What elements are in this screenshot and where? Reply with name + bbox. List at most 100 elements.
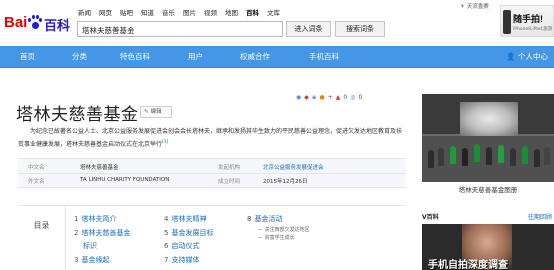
toc-subitem-text: 关注西部欠发达地区: [264, 227, 310, 233]
product-nav: 新闻 网页 贴吧 知道 音乐 图片 视频 地图 百科 文库: [78, 7, 280, 17]
toc-subitem[interactable]: — 贫富学生成长: [258, 234, 295, 241]
product-nav-link[interactable]: 图片: [183, 7, 196, 17]
collect-icon[interactable]: ◎: [350, 94, 355, 101]
logo-baike-text: 百科: [44, 18, 71, 33]
v-baike-header: V百科 往期回顾: [422, 212, 554, 222]
main-nav: 首页 分类 特色百科 用户 权威合作 手机百科 👤 个人中心: [0, 46, 554, 68]
user-center-label: 个人中心: [518, 52, 548, 61]
phone-icon: [503, 10, 511, 34]
product-nav-link[interactable]: 文库: [267, 7, 280, 17]
toc-text: 基金活动: [254, 215, 283, 223]
page-title: 塔林夫慈善基金: [16, 105, 139, 125]
info-label: 外文名: [28, 179, 45, 185]
video-title: 手机自拍深度调查: [428, 260, 508, 270]
v-baike-label: V百科: [422, 214, 439, 221]
summary-paragraph: 为纪念已故著名公益人士、北京公益服务发展促进会创会会长塔林夫，继承和发扬其毕生致…: [18, 126, 406, 150]
toc-subitem[interactable]: — 关注西部欠发达地区: [258, 226, 310, 233]
info-value-link[interactable]: 北京公益服务发展促进会: [263, 163, 324, 171]
product-nav-link[interactable]: 新闻: [78, 7, 91, 17]
toc-text: 支持媒体: [171, 256, 200, 264]
toc-text: 基金发展目标: [171, 229, 214, 237]
info-box: 中文名 塔林夫慈善基金 发起机构 北京公益服务发展促进会 外文名 TA LINH…: [18, 158, 406, 188]
toc-number: 8: [247, 215, 252, 223]
toc-subitem-bullet: —: [258, 227, 265, 233]
toc-number: 7: [164, 256, 169, 264]
toc-item[interactable]: 3 基金缘起: [74, 255, 109, 265]
paw-icon: [28, 15, 42, 31]
product-nav-link[interactable]: 网页: [99, 7, 112, 17]
toc-item[interactable]: 8 基金活动: [247, 214, 282, 224]
like-count: 0: [343, 94, 348, 101]
toc-number: 4: [164, 215, 169, 223]
product-nav-link[interactable]: 贴吧: [120, 7, 133, 17]
video-thumbnail[interactable]: 手机自拍深度调查: [422, 224, 554, 270]
enter-entry-button[interactable]: 进入词条: [286, 21, 331, 37]
ad-subtitle: iPhone8,iPad,旅游: [513, 27, 553, 32]
info-label: 发起机构: [218, 165, 241, 171]
nav-featured[interactable]: 特色百科: [120, 46, 150, 68]
toc-number: 1: [74, 215, 79, 223]
table-of-contents: 目录 1 塔林夫简介 2 塔林夫慈善基金 标识 3 基金缘起 4 塔林夫精神 5 基金发展…: [18, 205, 406, 270]
search-entry-button[interactable]: 搜索词条: [335, 21, 385, 37]
reference-link[interactable]: [1]: [162, 140, 168, 145]
info-divider: [18, 173, 406, 174]
nav-home[interactable]: 首页: [20, 46, 35, 68]
toc-text: 塔林夫精神: [171, 215, 207, 223]
toc-subitem-bullet: —: [258, 235, 265, 241]
toc-item[interactable]: 1 塔林夫简介: [74, 214, 116, 224]
info-value: TA LINHU CHARITY FOUNDATION: [80, 177, 170, 183]
nav-users[interactable]: 用户: [188, 46, 203, 68]
share-renren-icon[interactable]: ●: [320, 94, 325, 101]
info-label: 成立时间: [218, 179, 241, 185]
toc-label: 目录: [18, 206, 66, 270]
product-nav-link[interactable]: 视频: [204, 7, 217, 17]
product-nav-link[interactable]: 地图: [225, 7, 238, 17]
weather-text: 天流香赛: [466, 4, 489, 10]
ad-title: 随手拍!: [513, 14, 543, 24]
product-nav-link[interactable]: 知道: [141, 7, 154, 17]
toc-number: 3: [74, 256, 79, 264]
summary-text: 为纪念已故著名公益人士、北京公益服务发展促进会创会会长塔林夫，继承和发扬其毕生致…: [18, 128, 403, 148]
weather-icon: ☀: [460, 4, 465, 10]
logo-bai-text: Bai: [4, 14, 28, 31]
user-icon: 👤: [506, 52, 518, 61]
nav-partners[interactable]: 权威合作: [240, 46, 270, 68]
search-input[interactable]: 塔林夫慈善基金: [77, 21, 283, 37]
toc-text: 基金缘起: [81, 256, 110, 264]
info-label: 中文名: [28, 165, 45, 171]
toc-number: 6: [164, 242, 169, 250]
nav-mobile[interactable]: 手机百科: [309, 46, 339, 68]
toc-text: 塔林夫慈善基金: [81, 229, 131, 237]
edit-button[interactable]: ✎ 编辑: [140, 106, 172, 118]
product-nav-link[interactable]: 百科: [246, 7, 259, 17]
ad-banner[interactable]: 随手拍! iPhone8,iPad,旅游: [500, 5, 554, 37]
share-qzone-icon[interactable]: ◈: [312, 94, 317, 101]
nav-categories[interactable]: 分类: [72, 46, 87, 68]
toc-item[interactable]: 标识: [83, 241, 97, 251]
toc-subitem-text: 贫富学生成长: [264, 235, 295, 241]
toc-item[interactable]: 2 塔林夫慈善基金: [74, 228, 130, 238]
album-cover-image[interactable]: [422, 94, 554, 182]
toc-item[interactable]: 5 基金发展目标: [164, 228, 213, 238]
share-weibo-icon[interactable]: ◆: [304, 94, 309, 101]
v-baike-more-link[interactable]: 往期回顾: [528, 212, 552, 221]
like-icon[interactable]: ▲: [336, 94, 341, 101]
toc-item[interactable]: 4 塔林夫精神: [164, 214, 206, 224]
collect-count: 0: [358, 94, 363, 101]
edit-label: 编辑: [150, 109, 162, 115]
weather-widget[interactable]: ☀ 天流香赛: [460, 2, 500, 10]
toc-item[interactable]: 6 启动仪式: [164, 241, 199, 251]
product-nav-link[interactable]: 音乐: [162, 7, 175, 17]
toc-text: 塔林夫简介: [81, 215, 117, 223]
user-center[interactable]: 👤 个人中心: [506, 46, 548, 68]
share-more-icon[interactable]: +: [328, 94, 333, 101]
toc-item[interactable]: 7 支持媒体: [164, 255, 199, 265]
share-toolbar: ◉ ◆ ◈ ● + ▲ 0 ◎ 0: [296, 94, 362, 101]
toc-number: 2: [74, 229, 79, 237]
album-caption[interactable]: 塔林夫慈善基金图册: [422, 184, 554, 196]
share-qq-icon[interactable]: ◉: [296, 94, 301, 101]
baidu-baike-logo[interactable]: Bai 百科: [4, 14, 74, 34]
info-value: 2015年12月26日: [263, 179, 308, 185]
toc-text: 标识: [83, 242, 97, 250]
info-value: 塔林夫慈善基金: [80, 165, 119, 171]
